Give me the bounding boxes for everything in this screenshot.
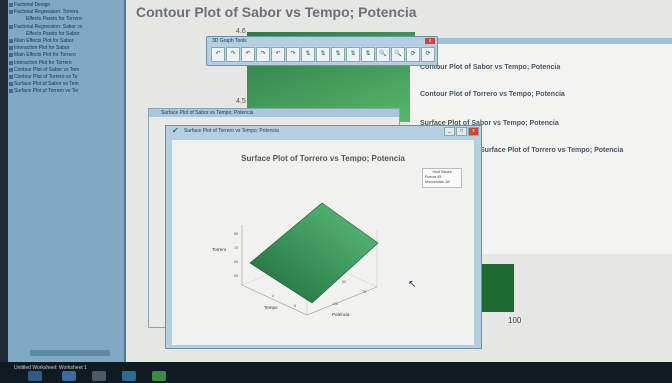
toolbar-tool-button[interactable]: ⇅ <box>346 47 360 62</box>
surface-window-torrero[interactable]: ✔ Surface Plot of Torrero vs Tempo; Pote… <box>165 125 482 349</box>
plot-area: Surface Plot of Torrero vs Tempo; Potenc… <box>172 140 474 345</box>
project-tree-item[interactable]: Factorial Regression: Torrero <box>8 9 124 16</box>
y-tick-label: 100 <box>332 302 338 306</box>
project-tree-item[interactable]: Surface Plot of Torrero vs Ter <box>8 88 124 95</box>
hold-value-row: Microondas -80 <box>425 180 450 184</box>
hold-values-box: Hold Values Fuerza 45 Microondas -80 <box>422 168 462 188</box>
window-title: Surface Plot of Torrero vs Tempo; Potenc… <box>184 128 279 134</box>
page-title: Contour Plot of Sabor vs Tempo; Potencia <box>136 4 417 20</box>
toolbar-tool-button[interactable]: ⇅ <box>301 47 315 62</box>
bar-value-label: 100 <box>508 316 522 325</box>
project-tree-item[interactable]: Interaction Plot for Torrero <box>8 60 124 67</box>
toolbar-tool-button[interactable]: ⇅ <box>361 47 375 62</box>
project-tree-item[interactable]: Effects Pareto for Torrero <box>8 16 124 23</box>
mouse-cursor-icon: ↖ <box>408 279 417 290</box>
taskbar-app-icon[interactable] <box>122 371 136 381</box>
toolbar-buttons: ↶ ↷ ↶ ↷ ↶ ↷ ⇅ ⇅ ⇅ ⇅ ⇅ 🔍 🔍 ⟳ ⟳ <box>211 47 435 62</box>
chart-bar <box>480 264 514 312</box>
x-axis-label: Tempo <box>264 305 278 310</box>
status-bar-text: Untitled Worksheet: Worksheet 1 <box>14 365 87 371</box>
toolbar-title: 3D Graph Tools <box>212 38 247 44</box>
project-tree-item[interactable]: Interaction Plot for Sabor <box>8 45 124 52</box>
toolbar-tool-button[interactable]: 🔍 <box>391 47 405 62</box>
toolbar-tool-button[interactable]: ⇅ <box>331 47 345 62</box>
z-tick-label: 60 <box>234 260 238 264</box>
minimize-button[interactable]: _ <box>444 127 455 136</box>
surface-plot: Torrero Tempo Potencia 80 70 60 50 4 6 5… <box>212 202 379 317</box>
project-tree-item[interactable]: Effects Pareto for Sabor <box>8 31 124 38</box>
toolbar-tool-button[interactable]: ⟳ <box>406 47 420 62</box>
x-tick-label: 4 <box>272 294 274 298</box>
x-tick-label: 6 <box>294 304 296 308</box>
toolbar-tool-button[interactable]: ↶ <box>271 47 285 62</box>
check-icon: ✔ <box>172 126 179 135</box>
project-tree-item[interactable]: Contour Plot of Torrero vs Te <box>8 74 124 81</box>
close-button[interactable]: x <box>468 127 479 136</box>
y-tick-label: 50 <box>342 280 346 284</box>
maximize-button[interactable]: □ <box>456 127 467 136</box>
graph-list-item[interactable]: Contour Plot of Torrero vs Tempo; Potenc… <box>420 91 565 98</box>
toolbar-tool-button[interactable]: ↷ <box>226 47 240 62</box>
toolbar-tool-button[interactable]: 🔍 <box>376 47 390 62</box>
3d-graph-tools-toolbar: 3D Graph Tools x ↶ ↷ ↶ ↷ ↶ ↷ ⇅ ⇅ ⇅ ⇅ ⇅ 🔍 🔍 ⟳ ⟳ <box>206 36 438 66</box>
project-tree-item[interactable]: Factorial Design <box>8 2 124 9</box>
project-tree: Factorial Design Factorial Regression: To… <box>8 0 124 96</box>
z-axis-label: Torrero <box>212 247 227 252</box>
plot-title: Surface Plot of Torrero vs Tempo; Potenc… <box>241 154 405 163</box>
graph-list-item[interactable]: Surface Plot of Torrero vs Tempo; Potenc… <box>480 147 623 154</box>
window-titlebar[interactable]: ✔ Surface Plot of Torrero vs Tempo; Pote… <box>166 126 481 136</box>
z-tick-label: 70 <box>234 246 238 250</box>
start-button-icon[interactable] <box>28 371 42 381</box>
project-tree-item[interactable]: Contour Plot of Sabor vs Tem <box>8 67 124 74</box>
window-title: Surface Plot of Sabor vs Tempo; Potencia <box>149 109 399 117</box>
z-tick-label: 50 <box>234 274 238 278</box>
toolbar-tool-button[interactable]: ⟳ <box>421 47 435 62</box>
toolbar-tool-button[interactable]: ↶ <box>241 47 255 62</box>
toolbar-tool-button[interactable]: ↷ <box>256 47 270 62</box>
project-tree-item[interactable]: Main Effects Plot for Torrero <box>8 52 124 59</box>
close-button[interactable]: x <box>425 38 435 44</box>
y-tick-label: 75 <box>362 290 366 294</box>
z-tick-label: 80 <box>234 232 238 236</box>
taskbar-minitab-icon[interactable] <box>152 371 166 381</box>
surface-mesh <box>249 202 379 304</box>
graph-list-item[interactable]: Contour Plot of Sabor vs Tempo; Potencia <box>420 64 560 71</box>
project-tree-item[interactable]: Surface Plot of Sabor vs Tem <box>8 81 124 88</box>
toolbar-tool-button[interactable]: ↶ <box>211 47 225 62</box>
project-tree-item[interactable]: Factorial Regression: Sabor vs <box>8 24 124 31</box>
toolbar-tool-button[interactable]: ⇅ <box>316 47 330 62</box>
taskbar-app-icon[interactable] <box>92 371 106 381</box>
project-pane: Factorial Design Factorial Regression: To… <box>8 0 126 362</box>
taskbar-app-icon[interactable] <box>62 371 76 381</box>
scrollbar[interactable] <box>30 350 110 356</box>
project-tree-item[interactable]: Main Effects Plot for Sabor <box>8 38 124 45</box>
axis-tick-label: 4.6 <box>236 28 246 35</box>
y-axis-label: Potencia <box>332 312 350 317</box>
axis-tick-label: 4.5 <box>236 98 246 105</box>
toolbar-tool-button[interactable]: ↷ <box>286 47 300 62</box>
